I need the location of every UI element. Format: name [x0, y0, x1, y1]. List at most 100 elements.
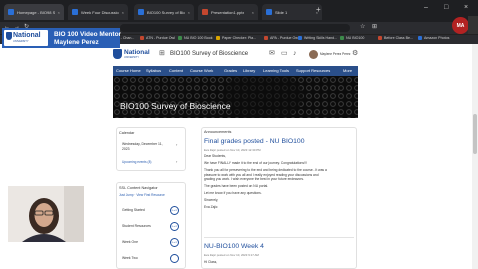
calendar-date: Wednesday, December 11, [122, 142, 163, 146]
bookmark-icon [264, 36, 268, 40]
chevron-right-icon[interactable]: › [176, 142, 177, 147]
ssl-item-label[interactable]: Student Resources [122, 224, 151, 228]
course-selector[interactable]: BIO100 Survey of Bioscience [170, 51, 248, 57]
course-nav-item[interactable]: Content [169, 68, 183, 73]
calendar-year: 2023 [122, 147, 130, 151]
banner-title: BIO100 Survey of Bioscience [120, 101, 231, 111]
bookmark-item[interactable]: ATN - Purdue Owl [140, 36, 175, 40]
course-nav-item[interactable]: Learning Tools [263, 68, 289, 73]
grid-icon[interactable]: ⊞ [159, 50, 165, 58]
star-icon[interactable]: ☆ [360, 23, 365, 31]
favicon-icon [138, 9, 144, 15]
user-name[interactable]: Maylene Perez Perez [320, 52, 350, 56]
ssl-links[interactable]: Just Jump · View First Resource [119, 193, 165, 197]
profile-avatar[interactable]: MA [452, 17, 469, 34]
course-nav-item[interactable]: Syllabus [146, 68, 161, 73]
ssl-item-label[interactable]: Getting Started [122, 208, 145, 212]
bell-icon[interactable]: ♪ [293, 50, 297, 58]
announcement-title[interactable]: NU-BIO100 Week 4 [204, 243, 264, 250]
browser-tab[interactable]: Slide 1 × [262, 4, 322, 20]
announcements-heading: Announcements [204, 130, 232, 134]
bookmark-item[interactable]: Writing Skills Hand... [298, 36, 337, 40]
bookmark-icon [216, 36, 220, 40]
browser-tab[interactable]: Presentation1.pptx × [198, 4, 258, 20]
bookmark-item[interactable]: NU BIO100 [340, 36, 364, 40]
upcoming-events-link[interactable]: Upcoming events (8) [122, 160, 151, 164]
progress-ring: 0 of 1 [170, 206, 179, 215]
browser-tab[interactable]: Homepage - BIO98 Survey of ...× [4, 4, 64, 20]
browser-tab[interactable]: BIO100 Survey of Biosci...× [134, 4, 194, 20]
bookmark-icon [340, 36, 344, 40]
progress-ring: 0 of 1 [170, 222, 179, 231]
favicon-icon [8, 9, 14, 15]
bookmark-item[interactable]: Amazon Photos [418, 36, 449, 40]
university-logo[interactable]: National UNIVERSITY [113, 47, 155, 61]
favicon-icon [72, 9, 78, 15]
announcement-text: Hi Class, [204, 260, 218, 264]
new-tab-button[interactable]: + [316, 6, 321, 14]
close-icon[interactable]: × [58, 10, 60, 15]
browser-tab[interactable]: Week Four Discussion - BIO9...× [68, 4, 128, 20]
favicon-icon [202, 9, 208, 15]
bookmark-item[interactable]: APA - Purdue Owl [264, 36, 299, 40]
bookmark-item[interactable]: Before Class Be... [378, 36, 413, 40]
tab-label: Homepage - BIO98 Survey of ... [17, 9, 55, 15]
tab-label: Presentation1.pptx [211, 9, 245, 15]
banner-pattern [113, 76, 358, 118]
video-mentor-badge: National UNIVERSITY BIO 100 Video Mentor… [2, 28, 122, 48]
bookmark-label: NU BIO 100 Book [184, 36, 213, 40]
announcement-text: Let me know if you have any questions. [204, 191, 262, 196]
close-icon[interactable]: × [252, 10, 254, 15]
bookmark-icon [140, 36, 144, 40]
page-scrollbar[interactable] [472, 44, 478, 269]
chevron-right-icon[interactable]: › [176, 159, 177, 164]
mentor-name: Maylene Perez [54, 39, 99, 46]
ssl-item-label[interactable]: Week One [122, 240, 138, 244]
extensions-icon[interactable]: ⊞ [372, 23, 377, 31]
announcement-meta: Eva Zajic posted on Nov 10, 2023 12:30 P… [204, 148, 261, 152]
bookmark-item[interactable]: Paper Checker: Pla... [216, 36, 256, 40]
announcement-text: Eva Zajic [204, 205, 218, 210]
gear-icon[interactable]: ⚙ [352, 50, 358, 58]
divider [204, 237, 354, 238]
chat-icon[interactable]: ▭ [281, 50, 288, 58]
close-icon[interactable]: × [122, 10, 124, 15]
minimize-button[interactable]: – [424, 4, 428, 12]
announcement-text: grading you work. I wish everyone the be… [204, 177, 304, 182]
tab-label: Slide 1 [275, 9, 288, 15]
bookmark-item[interactable]: NU BIO 100 Book [178, 36, 213, 40]
course-nav-item[interactable]: Support Resources [296, 68, 330, 73]
bookmark-label: Amazon Photos [424, 36, 450, 40]
course-nav-item[interactable]: Course Home [116, 68, 141, 73]
avatar[interactable] [309, 50, 318, 59]
ssl-title: SSL Content Navigator [119, 186, 158, 190]
message-icon[interactable]: ✉ [269, 50, 275, 58]
bookmark-label: NU BIO100 [346, 36, 365, 40]
webcam-video [8, 186, 84, 242]
tab-label: Week Four Discussion - BIO9... [81, 9, 119, 15]
bookmark-label: Before Class Be... [384, 36, 413, 40]
close-icon[interactable]: × [188, 10, 190, 15]
favicon-icon [266, 9, 272, 15]
bookmark-label: Paper Checker: Pla... [222, 36, 257, 40]
course-nav-item[interactable]: More [343, 68, 352, 73]
course-nav-item[interactable]: Library [243, 68, 255, 73]
ssl-item-label[interactable]: Week Two [122, 256, 138, 260]
announcement-meta: Eva Zajic posted on Nov 10, 2023 9:17 AM [204, 253, 259, 257]
announcement-text: Sincerely, [204, 198, 219, 203]
address-input[interactable] [120, 24, 350, 32]
bookmark-icon [378, 36, 382, 40]
course-nav-item[interactable]: Course Work [190, 68, 213, 73]
announcement-text: The grades have been posted on NU portal… [204, 184, 269, 189]
progress-ring [170, 254, 179, 263]
bookmark-label: APA - Purdue Owl [270, 36, 299, 40]
bookmark-label: Writing Skills Hand... [304, 36, 338, 40]
mentor-title: BIO 100 Video Mentor [54, 31, 122, 38]
course-banner [113, 76, 358, 118]
course-nav-item[interactable]: Grades [224, 68, 237, 73]
maximize-button[interactable]: □ [444, 4, 448, 12]
close-window-button[interactable]: × [464, 4, 468, 12]
announcement-title[interactable]: Final grades posted - NU BIO100 [204, 138, 305, 145]
shield-icon [6, 32, 12, 40]
bookmark-icon [418, 36, 422, 40]
